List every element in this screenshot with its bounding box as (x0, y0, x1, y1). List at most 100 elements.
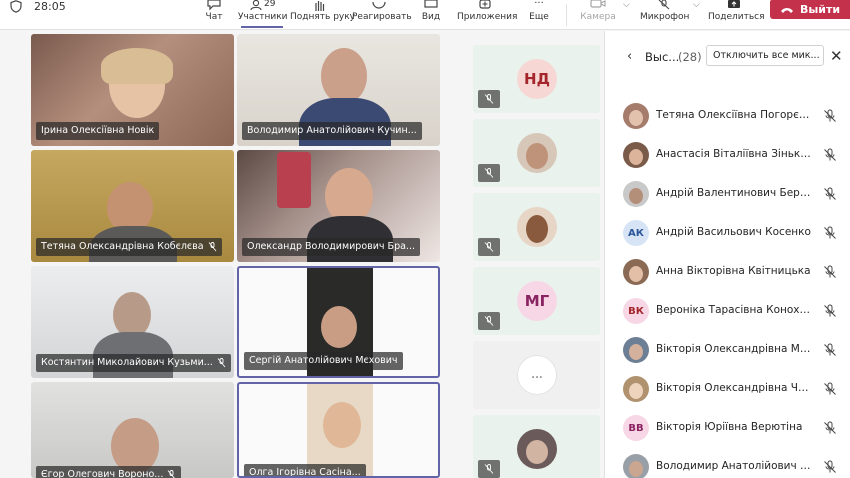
microphone-muted-icon[interactable] (823, 148, 837, 162)
meeting-timer: 28:05 (34, 0, 66, 13)
video-name-label: Володимир Анатолійович Кучин... (242, 122, 422, 140)
participant-tile[interactable]: МГ (473, 267, 600, 335)
microphone-muted-icon (478, 312, 500, 330)
avatar: НД (517, 59, 557, 99)
avatar (623, 337, 649, 363)
microphone-muted-icon[interactable] (823, 421, 837, 435)
active-tab-indicator (241, 26, 283, 28)
avatar (623, 103, 649, 129)
mic-options-chevron-icon[interactable]: ⌵ (693, 0, 700, 10)
panel-title: Выс... (645, 50, 680, 64)
avatar: ВВ (623, 415, 649, 441)
microphone-muted-icon (478, 164, 500, 182)
avatar: ВК (623, 298, 649, 324)
participant-row[interactable]: ВК Вероніка Тарасівна Конохова (605, 294, 850, 326)
camera-icon (590, 0, 606, 8)
participant-row[interactable]: Анастасія Віталіївна Зіньковс... (605, 138, 850, 170)
participant-row[interactable]: Вікторія Олександрівна Матр... (605, 333, 850, 365)
participant-tile[interactable] (473, 415, 600, 478)
participant-video (323, 402, 361, 448)
apps-plus-icon (479, 0, 491, 9)
microphone-muted-icon (478, 460, 500, 478)
microphone-muted-icon[interactable] (823, 226, 837, 240)
video-tile[interactable]: Єгор Олегович Вороно... (31, 382, 234, 478)
video-name-label: Єгор Олегович Вороно... (36, 466, 182, 478)
video-name-label: Сергій Анатолійович Мєхович (244, 352, 403, 370)
microphone-muted-icon[interactable] (823, 382, 837, 396)
back-chevron-icon[interactable]: ‹ (627, 49, 632, 64)
participant-row[interactable]: ВВ Вікторія Юріївна Верютіна (605, 411, 850, 443)
video-tile-active-speaker[interactable]: Сергій Анатолійович Мєхович (237, 266, 440, 378)
video-name-label: Олга Ігорівна Сасіна... (244, 464, 366, 476)
video-tile[interactable]: Володимир Анатолійович Кучин... (237, 34, 440, 146)
view-button[interactable]: Вид (421, 0, 441, 30)
avatar: ... (517, 355, 557, 395)
share-button[interactable]: Поделиться (708, 0, 765, 30)
raise-hand-button[interactable]: Поднять руку (290, 0, 355, 30)
microphone-muted-icon (208, 242, 216, 252)
meeting-toolbar: 28:05 Чат Участники 29 Поднять руку Реаг… (0, 0, 850, 30)
avatar (623, 181, 649, 207)
video-tile[interactable]: Тетяна Олександрівна Кобєлєва (31, 150, 234, 262)
avatar: МГ (517, 281, 557, 321)
camera-options-chevron-icon[interactable]: ⌵ (623, 0, 630, 10)
video-name-label: Ірина Олексіївна Новік (36, 122, 160, 140)
microphone-muted-icon[interactable] (823, 304, 837, 318)
chat-button[interactable]: Чат (203, 0, 225, 30)
microphone-muted-icon (168, 470, 176, 478)
avatar (623, 454, 649, 478)
participant-tile[interactable]: ... (473, 341, 600, 409)
microphone-muted-icon[interactable] (823, 187, 837, 201)
participants-count: 29 (264, 0, 276, 9)
avatar (623, 259, 649, 285)
video-tile[interactable]: Костянтин Миколайович Кузьми... (31, 266, 234, 378)
microphone-button[interactable]: Микрофон (640, 0, 689, 30)
close-icon[interactable]: ✕ (830, 47, 843, 65)
video-name-label: Тетяна Олександрівна Кобєлєва (36, 238, 222, 256)
microphone-muted-icon[interactable] (823, 460, 837, 474)
microphone-muted-icon[interactable] (823, 109, 837, 123)
avatar (517, 207, 557, 247)
participant-row[interactable]: Андрій Валентинович Берез... (605, 177, 850, 209)
participant-row[interactable]: Володимир Анатолійович Ку... (605, 450, 850, 478)
video-name-label: Костянтин Миколайович Кузьми... (36, 354, 231, 372)
participant-tile[interactable] (473, 119, 600, 187)
avatar (623, 142, 649, 168)
avatar (623, 376, 649, 402)
participant-video (321, 48, 367, 104)
microphone-muted-icon (478, 238, 500, 256)
teams-meeting-window: 28:05 Чат Участники 29 Поднять руку Реаг… (0, 0, 850, 478)
microphone-muted-icon (658, 0, 670, 10)
participant-tile[interactable] (473, 193, 600, 261)
participants-count: (28) (678, 50, 702, 64)
participant-row[interactable]: Анна Вікторівна Квітницька (605, 255, 850, 287)
camera-button[interactable]: Камера (580, 0, 616, 30)
participant-row[interactable]: Тетяна Олексіївна Погорєлова (605, 99, 850, 131)
microphone-muted-icon (478, 90, 500, 108)
participants-panel: ‹ Выс... (28) Отключить все мик... ✕ Тет… (604, 31, 850, 478)
smiley-icon (372, 1, 386, 9)
video-tile-active-speaker[interactable]: Олга Ігорівна Сасіна... (237, 382, 440, 478)
toolbar-divider (566, 4, 567, 26)
participant-row[interactable]: Вікторія Олександрівна Чере... (605, 372, 850, 404)
microphone-muted-icon (217, 358, 226, 368)
avatar (517, 133, 557, 173)
react-button[interactable]: Реагировать (352, 0, 412, 30)
apps-button[interactable]: Приложения (457, 0, 517, 30)
avatar (517, 429, 557, 469)
participant-row[interactable]: АК Андрій Васильович Косенко (605, 216, 850, 248)
participant-tile[interactable]: НД (473, 45, 600, 113)
avatar: АК (623, 220, 649, 246)
leave-meeting-button[interactable]: Выйти (770, 0, 850, 19)
hand-icon (315, 1, 325, 11)
participant-video (321, 306, 357, 348)
microphone-muted-icon[interactable] (823, 265, 837, 279)
microphone-muted-icon[interactable] (823, 343, 837, 357)
more-button[interactable]: ··· Еще (527, 0, 551, 30)
more-dots-icon: ··· (534, 0, 544, 9)
share-screen-icon (728, 0, 740, 8)
mute-all-button[interactable]: Отключить все мик... (706, 45, 824, 66)
hang-up-icon (780, 7, 793, 13)
video-tile[interactable]: Олександр Володимирович Бра... (237, 150, 440, 262)
video-tile[interactable]: Ірина Олексіївна Новік (31, 34, 234, 146)
